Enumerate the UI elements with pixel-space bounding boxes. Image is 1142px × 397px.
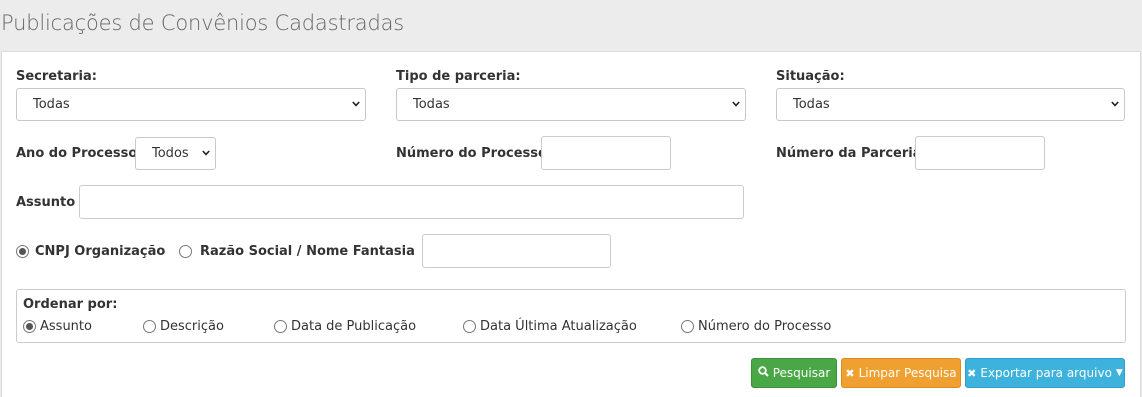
- radio-order-numero-processo[interactable]: [681, 320, 694, 333]
- tipo-parceria-label: Tipo de parceria:: [396, 69, 521, 84]
- order-option-data-atualizacao[interactable]: Data Última Atualização: [463, 319, 637, 334]
- chevron-down-icon: [352, 100, 360, 108]
- radio-order-assunto[interactable]: [23, 320, 36, 333]
- search-button-label: Pesquisar: [772, 366, 831, 380]
- search-type-input[interactable]: [422, 234, 611, 268]
- ano-processo-select-value: Todos: [152, 146, 189, 161]
- secretaria-select[interactable]: Todas: [16, 88, 366, 121]
- ano-processo-label: Ano do Processo: [16, 146, 138, 161]
- situacao-select[interactable]: Todas: [776, 88, 1125, 121]
- search-button[interactable]: Pesquisar: [751, 358, 837, 388]
- clear-search-button-label: Limpar Pesquisa: [858, 366, 957, 380]
- numero-processo-label: Número do Processo: [396, 146, 547, 161]
- search-type-razao-social[interactable]: Razão Social / Nome Fantasia: [179, 244, 415, 259]
- order-option-label: Descrição: [160, 319, 224, 334]
- caret-down-icon: ▼: [1115, 368, 1123, 378]
- order-option-label: Número do Processo: [698, 319, 832, 334]
- search-type-cnpj[interactable]: CNPJ Organização: [16, 244, 165, 259]
- order-option-label: Assunto: [40, 319, 92, 334]
- close-icon: ✖: [967, 366, 977, 380]
- assunto-input[interactable]: [79, 185, 744, 219]
- assunto-label: Assunto: [16, 195, 76, 210]
- filter-panel: Secretaria: Todas Tipo de parceria: Toda…: [1, 51, 1141, 397]
- order-option-numero-processo[interactable]: Número do Processo: [681, 319, 831, 334]
- order-by-group: Ordenar por: Assunto Descrição Data de P…: [16, 289, 1126, 343]
- ano-processo-select[interactable]: Todos: [135, 137, 216, 170]
- chevron-down-icon: [1111, 100, 1119, 108]
- tipo-parceria-select[interactable]: Todas: [396, 88, 746, 121]
- radio-razao-social-label: Razão Social / Nome Fantasia: [200, 244, 415, 259]
- situacao-select-value: Todas: [793, 97, 830, 112]
- radio-cnpj[interactable]: [16, 245, 29, 258]
- tipo-parceria-select-value: Todas: [413, 97, 450, 112]
- export-button[interactable]: ✖ Exportar para arquivo ▼: [965, 358, 1125, 388]
- radio-order-descricao[interactable]: [143, 320, 156, 333]
- secretaria-select-value: Todas: [33, 97, 70, 112]
- situacao-label: Situação:: [776, 69, 845, 84]
- numero-processo-input[interactable]: [541, 136, 671, 170]
- order-option-descricao[interactable]: Descrição: [143, 319, 224, 334]
- export-button-label: Exportar para arquivo: [980, 366, 1112, 380]
- close-icon: ✖: [845, 366, 855, 380]
- numero-parceria-input[interactable]: [915, 136, 1045, 170]
- radio-cnpj-label: CNPJ Organização: [35, 244, 166, 259]
- secretaria-label: Secretaria:: [16, 69, 97, 84]
- chevron-down-icon: [202, 149, 210, 157]
- order-option-data-publicacao[interactable]: Data de Publicação: [274, 319, 416, 334]
- page-title: Publicações de Convênios Cadastradas: [1, 11, 404, 35]
- radio-razao-social[interactable]: [179, 245, 192, 258]
- order-option-label: Data Última Atualização: [480, 319, 637, 334]
- clear-search-button[interactable]: ✖ Limpar Pesquisa: [841, 358, 961, 388]
- search-icon: [758, 366, 769, 380]
- chevron-down-icon: [732, 100, 740, 108]
- radio-order-data-atualizacao[interactable]: [463, 320, 476, 333]
- numero-parceria-label: Número da Parceria: [776, 146, 922, 161]
- order-option-assunto[interactable]: Assunto: [23, 319, 92, 334]
- order-option-label: Data de Publicação: [291, 319, 417, 334]
- radio-order-data-publicacao[interactable]: [274, 320, 287, 333]
- order-by-label: Ordenar por:: [23, 297, 118, 312]
